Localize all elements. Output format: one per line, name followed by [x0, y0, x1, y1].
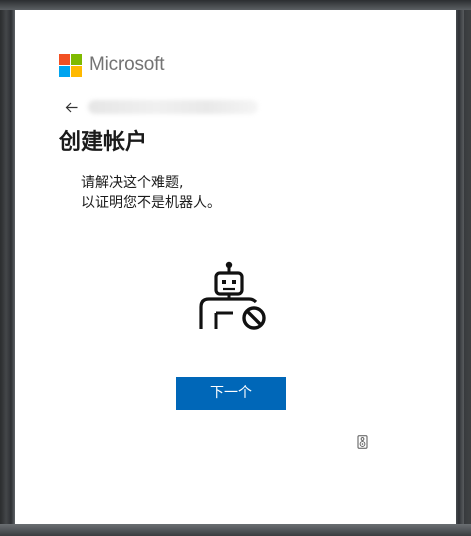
next-button[interactable]: 下一个 — [176, 377, 286, 410]
background-bottom-edge — [0, 524, 471, 536]
microsoft-logo: Microsoft — [59, 53, 164, 77]
logo-square-green — [71, 53, 82, 65]
signup-card: Microsoft 创建帐户 请解决这个难题, 以证明您不是机器人。 下一个 — [15, 10, 456, 524]
logo-square-yellow — [71, 65, 82, 77]
arrow-left-icon — [65, 102, 77, 112]
audio-challenge-button[interactable] — [357, 434, 369, 449]
page-description: 请解决这个难题, 以证明您不是机器人。 — [81, 173, 221, 213]
microsoft-logo-icon — [59, 53, 82, 77]
description-line-1: 请解决这个难题, — [81, 175, 184, 191]
speaker-icon — [357, 435, 368, 449]
robot-blocked-icon — [199, 261, 266, 330]
logo-square-red — [59, 53, 70, 65]
identity-row — [62, 97, 258, 117]
page-title: 创建帐户 — [59, 130, 148, 155]
account-identity-redacted — [88, 100, 258, 114]
background-top-edge — [0, 0, 471, 10]
back-button[interactable] — [62, 98, 80, 116]
logo-square-blue — [59, 65, 70, 77]
description-line-2: 以证明您不是机器人。 — [81, 195, 221, 211]
brand-name: Microsoft — [89, 54, 165, 75]
